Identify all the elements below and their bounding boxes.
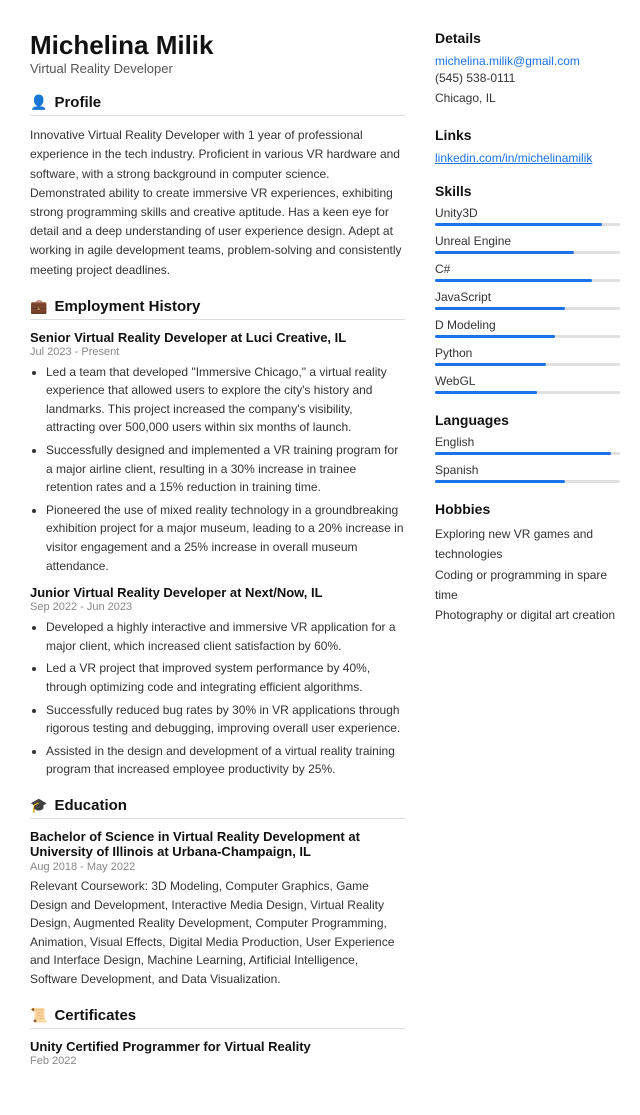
details-email[interactable]: michelina.milik@gmail.com [435,54,580,68]
links-linkedin[interactable]: linkedin.com/in/michelinamilik [435,151,592,165]
job-item-1: Junior Virtual Reality Developer at Next… [30,585,405,779]
job-title-0: Senior Virtual Reality Developer at Luci… [30,330,405,345]
details-phone: (545) 538-0111 [435,68,620,88]
hobbies-title: Hobbies [435,501,620,517]
profile-section-title: 👤 Profile [30,94,405,116]
skill-bar-fill-4 [435,335,555,338]
cert-period-0: Feb 2022 [30,1055,405,1067]
edu-degree: Bachelor of Science in Virtual Reality D… [30,829,405,859]
education-section: 🎓 Education Bachelor of Science in Virtu… [30,797,405,989]
links-title: Links [435,127,620,143]
lang-bar-bg-1 [435,480,620,483]
skill-bar-bg-5 [435,363,620,366]
hobby-item-0: Exploring new VR games and technologies [435,524,620,565]
skill-item-5: Python [435,346,620,366]
list-item: Pioneered the use of mixed reality techn… [46,501,405,575]
list-item: Successfully designed and implemented a … [46,441,405,497]
skill-name-0: Unity3D [435,206,620,220]
job-bullets-0: Led a team that developed "Immersive Chi… [30,363,405,576]
skill-bar-fill-3 [435,307,565,310]
certificates-section-title: 📜 Certificates [30,1007,405,1029]
jobs-container: Senior Virtual Reality Developer at Luci… [30,330,405,779]
lang-bar-bg-0 [435,452,620,455]
skill-bar-bg-4 [435,335,620,338]
lang-name-1: Spanish [435,463,620,477]
job-period-1: Sep 2022 - Jun 2023 [30,601,405,613]
skill-name-2: C# [435,262,620,276]
links-section: Links linkedin.com/in/michelinamilik [435,127,620,165]
profile-icon: 👤 [30,94,47,111]
skill-item-6: WebGL [435,374,620,394]
profile-section: 👤 Profile Innovative Virtual Reality Dev… [30,94,405,280]
cert-item-0: Unity Certified Programmer for Virtual R… [30,1039,405,1067]
employment-section: 💼 Employment History Senior Virtual Real… [30,298,405,779]
education-section-title: 🎓 Education [30,797,405,819]
candidate-job-title: Virtual Reality Developer [30,61,405,76]
lang-bar-fill-0 [435,452,611,455]
languages-container: English Spanish [435,435,620,483]
lang-name-0: English [435,435,620,449]
job-period-0: Jul 2023 - Present [30,346,405,358]
skill-bar-fill-1 [435,251,574,254]
resume-container: Michelina Milik Virtual Reality Develope… [0,0,640,1115]
employment-icon: 💼 [30,298,47,315]
skill-item-1: Unreal Engine [435,234,620,254]
edu-period: Aug 2018 - May 2022 [30,861,405,873]
job-title-1: Junior Virtual Reality Developer at Next… [30,585,405,600]
cert-title-0: Unity Certified Programmer for Virtual R… [30,1039,405,1054]
list-item: Led a team that developed "Immersive Chi… [46,363,405,437]
skill-bar-bg-1 [435,251,620,254]
skills-container: Unity3D Unreal Engine C# JavaScript D Mo… [435,206,620,394]
skill-bar-bg-6 [435,391,620,394]
details-section: Details michelina.milik@gmail.com (545) … [435,30,620,109]
skill-name-1: Unreal Engine [435,234,620,248]
hobbies-section: Hobbies Exploring new VR games and techn… [435,501,620,626]
skill-item-0: Unity3D [435,206,620,226]
skill-bar-fill-0 [435,223,602,226]
header-section: Michelina Milik Virtual Reality Develope… [30,30,405,76]
right-column: Details michelina.milik@gmail.com (545) … [435,30,620,1085]
skills-section: Skills Unity3D Unreal Engine C# JavaScri… [435,183,620,394]
employment-section-title: 💼 Employment History [30,298,405,320]
lang-bar-fill-1 [435,480,565,483]
skill-name-4: D Modeling [435,318,620,332]
edu-text: Relevant Coursework: 3D Modeling, Comput… [30,877,405,989]
list-item: Developed a highly interactive and immer… [46,618,405,655]
certs-container: Unity Certified Programmer for Virtual R… [30,1039,405,1067]
lang-item-0: English [435,435,620,455]
languages-section: Languages English Spanish [435,412,620,483]
skill-item-2: C# [435,262,620,282]
certificates-section: 📜 Certificates Unity Certified Programme… [30,1007,405,1067]
certificates-icon: 📜 [30,1007,47,1024]
details-location: Chicago, IL [435,88,620,108]
skill-bar-bg-0 [435,223,620,226]
list-item: Led a VR project that improved system pe… [46,659,405,696]
lang-item-1: Spanish [435,463,620,483]
skill-item-4: D Modeling [435,318,620,338]
job-bullets-1: Developed a highly interactive and immer… [30,618,405,779]
skill-name-5: Python [435,346,620,360]
skill-bar-bg-2 [435,279,620,282]
list-item: Successfully reduced bug rates by 30% in… [46,701,405,738]
hobbies-container: Exploring new VR games and technologiesC… [435,524,620,626]
profile-text: Innovative Virtual Reality Developer wit… [30,126,405,280]
list-item: Assisted in the design and development o… [46,742,405,779]
details-title: Details [435,30,620,46]
hobby-item-2: Photography or digital art creation [435,605,620,625]
left-column: Michelina Milik Virtual Reality Develope… [30,30,405,1085]
job-item-0: Senior Virtual Reality Developer at Luci… [30,330,405,576]
skill-bar-bg-3 [435,307,620,310]
hobby-item-1: Coding or programming in spare time [435,565,620,606]
skill-name-3: JavaScript [435,290,620,304]
skill-name-6: WebGL [435,374,620,388]
skills-title: Skills [435,183,620,199]
candidate-name: Michelina Milik [30,30,405,61]
education-icon: 🎓 [30,797,47,814]
skill-item-3: JavaScript [435,290,620,310]
skill-bar-fill-5 [435,363,546,366]
skill-bar-fill-2 [435,279,592,282]
skill-bar-fill-6 [435,391,537,394]
languages-title: Languages [435,412,620,428]
